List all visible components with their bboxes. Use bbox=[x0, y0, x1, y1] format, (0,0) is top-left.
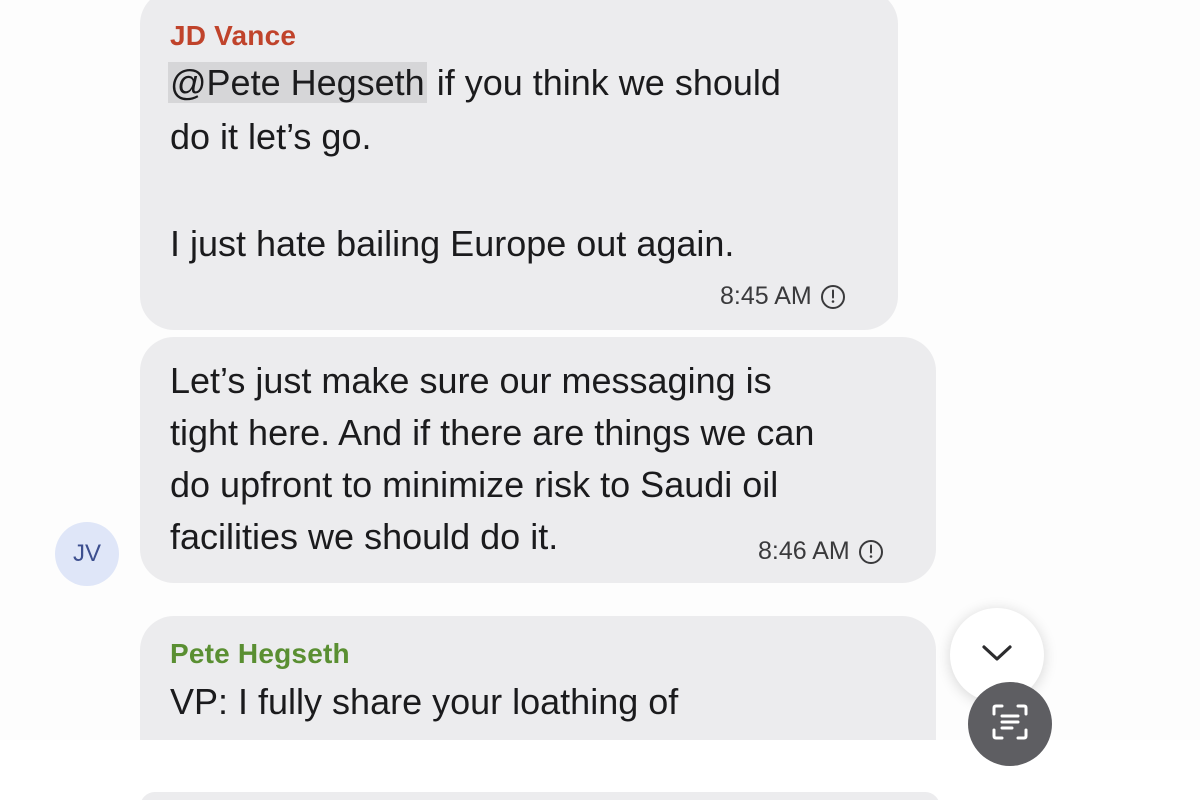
sender-name: Pete Hegseth bbox=[170, 638, 350, 669]
message-text: do it let’s go. bbox=[170, 116, 372, 157]
message-text: @Pete Hegseth if you think we should bbox=[168, 57, 781, 109]
message-text: facilities we should do it. bbox=[170, 516, 559, 557]
timestamp-text: 8:46 AM bbox=[758, 537, 850, 565]
clock-icon bbox=[820, 284, 846, 310]
message-text: VP: I fully share your loathing of bbox=[170, 681, 679, 722]
message-text-segment: if you think we should bbox=[426, 62, 781, 103]
message-text: I just hate bailing Europe out again. bbox=[170, 223, 735, 264]
message-timestamp: 8:45 AM bbox=[720, 282, 846, 311]
scan-text-icon bbox=[988, 700, 1032, 749]
message-text: Let’s just make sure our messaging is bbox=[170, 360, 772, 401]
message-timestamp: 8:46 AM bbox=[758, 537, 884, 566]
timestamp-text: 8:45 AM bbox=[720, 282, 812, 310]
message-text: tight here. And if there are things we c… bbox=[170, 412, 815, 453]
message-bubble-partial bbox=[140, 792, 940, 800]
avatar[interactable]: JV bbox=[55, 522, 119, 586]
scan-text-button[interactable] bbox=[968, 682, 1052, 766]
message-text: do upfront to minimize risk to Saudi oil bbox=[170, 464, 779, 505]
sender-name: JD Vance bbox=[170, 20, 297, 51]
chevron-down-icon bbox=[980, 643, 1014, 668]
mention-tag[interactable]: @Pete Hegseth bbox=[168, 62, 427, 103]
chat-screen: JD Vance @Pete Hegseth if you think we s… bbox=[0, 0, 1200, 800]
clock-icon bbox=[858, 539, 884, 565]
